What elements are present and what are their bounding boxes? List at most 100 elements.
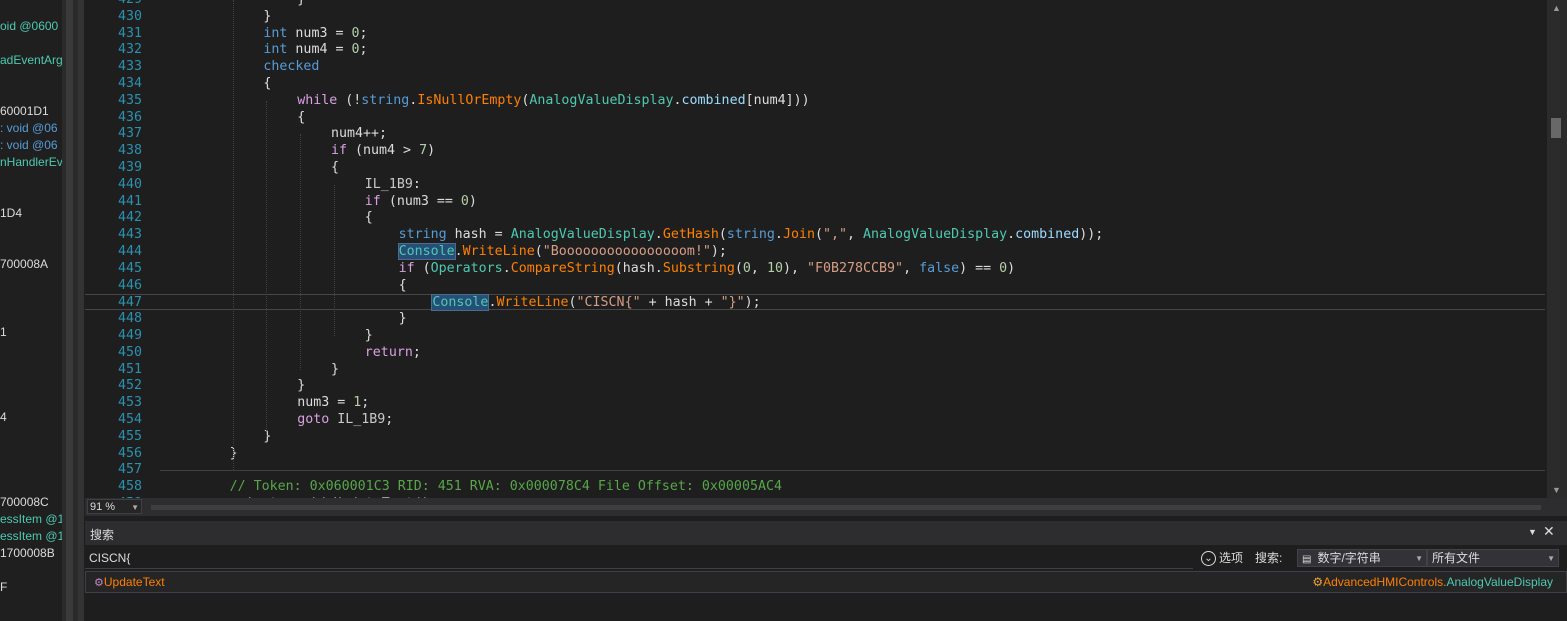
code-line[interactable]: 440 IL_1B9:: [85, 177, 1545, 193]
code-token: GetHash: [662, 227, 719, 243]
search-results-list[interactable]: ⚙UpdateText ⚙AdvancedHMIControls.AnalogV…: [85, 571, 1567, 593]
code-line[interactable]: 433 checked: [85, 59, 1545, 75]
search-scope-select[interactable]: 所有文件 ▼: [1427, 549, 1559, 567]
editor-horizontal-scrollbar[interactable]: [151, 505, 1541, 510]
line-number: 430: [117, 8, 142, 24]
code-line[interactable]: 432 int num4 = 0;: [85, 42, 1545, 58]
code-token: WriteLine: [462, 244, 535, 259]
code-token: string: [398, 227, 447, 243]
tree-scrollbar[interactable]: [62, 0, 78, 621]
tree-item[interactable]: 60001D1: [0, 104, 49, 119]
code-line[interactable]: 431 int num3 = 0;: [85, 26, 1545, 42]
code-line[interactable]: 450 return;: [85, 345, 1545, 361]
zoom-select[interactable]: 91 % ▼: [87, 499, 142, 514]
code-line[interactable]: 435 while (!string.IsNullOrEmpty(AnalogVa…: [85, 93, 1545, 109]
scroll-down-icon[interactable]: ▼: [1552, 485, 1561, 495]
code-line[interactable]: 441 if (num3 == 0): [85, 194, 1545, 210]
line-number: 446: [117, 277, 142, 293]
search-panel-header: 搜索 ▼ ✕: [85, 521, 1567, 545]
code-token: :: [412, 176, 421, 192]
code-line[interactable]: 452}: [85, 378, 1545, 394]
code-token: WriteLine: [496, 295, 569, 311]
code-line[interactable]: 445 if (Operators.CompareString(hash.Subs…: [85, 261, 1545, 277]
result-member[interactable]: ⚙UpdateText: [94, 575, 165, 589]
assembly-tree-panel[interactable]: oid @0600 adEventArg 60001D1 : void @06 : vo…: [0, 0, 62, 621]
code-token: }: [297, 378, 306, 394]
code-line[interactable]: 449}: [85, 328, 1545, 344]
tree-item[interactable]: nHandlerEv: [0, 155, 62, 170]
code-token: (: [734, 260, 743, 276]
close-icon[interactable]: ✕: [1543, 523, 1555, 540]
code-line[interactable]: 439 {: [85, 160, 1545, 176]
editor-vertical-scrollbar[interactable]: ▲ ▼: [1547, 0, 1567, 498]
code-line[interactable]: 454 goto IL_1B9;: [85, 412, 1545, 428]
result-type: AnalogValueDisplay: [1446, 575, 1553, 589]
tree-scrollbar-thumb[interactable]: [66, 0, 73, 621]
options-button[interactable]: ⌄ 选项: [1201, 547, 1243, 569]
tree-item[interactable]: F: [0, 580, 7, 595]
tree-item[interactable]: : void @06: [0, 138, 58, 153]
code-token: Join: [782, 227, 815, 243]
result-location[interactable]: ⚙AdvancedHMIControls.AnalogValueDisplay: [1312, 575, 1553, 589]
tree-item[interactable]: 700008A: [0, 257, 48, 272]
code-line[interactable]: 453 num3 = 1;: [85, 395, 1545, 411]
code-line[interactable]: 436 {: [85, 110, 1545, 126]
code-line[interactable]: 429}: [85, 0, 1545, 8]
code-editor[interactable]: 429}430}431int num3 = 0;432int num4 = 0;…: [85, 0, 1547, 498]
panel-menu-icon[interactable]: ▼: [1528, 527, 1537, 537]
line-code: checked: [263, 59, 319, 75]
code-token: (num4 >: [347, 143, 420, 159]
code-line[interactable]: 447 Console.WriteLine("CISCN{" + hash + "…: [85, 294, 1545, 312]
panel-splitter[interactable]: [78, 0, 84, 621]
code-token: AnalogValueDisplay: [863, 227, 1008, 243]
search-type-select[interactable]: ▤ 数字/字符串 ▼: [1297, 549, 1427, 567]
code-line[interactable]: 446 {: [85, 278, 1545, 294]
search-panel-title: 搜索: [90, 528, 115, 542]
line-code: if (num3 == 0): [365, 194, 477, 210]
code-line[interactable]: 444 Console.WriteLine("Boooooooooooooooom…: [85, 243, 1545, 260]
tree-item[interactable]: 4: [0, 410, 7, 425]
code-token: ;: [385, 412, 394, 427]
code-line[interactable]: 438 if (num4 > 7): [85, 143, 1545, 159]
tree-item[interactable]: 1700008B: [0, 546, 55, 561]
code-token: Console: [431, 294, 490, 312]
code-line[interactable]: 430}: [85, 9, 1545, 25]
code-token: ;: [359, 25, 368, 41]
scroll-up-icon[interactable]: ▲: [1552, 3, 1561, 13]
tree-item[interactable]: oid @0600: [0, 19, 58, 34]
code-token: }: [263, 8, 272, 24]
indent-guide: [334, 184, 335, 336]
code-line[interactable]: 455}: [85, 429, 1545, 445]
code-token: ),: [782, 260, 807, 276]
code-line[interactable]: 434 {: [85, 76, 1545, 92]
tree-item[interactable]: 700008C: [0, 495, 49, 510]
code-line[interactable]: 458 // Token: 0x060001C3 RID: 451 RVA: 0x…: [85, 479, 1545, 495]
code-token: return: [364, 344, 413, 360]
code-line[interactable]: 456}: [85, 446, 1545, 462]
tree-item[interactable]: essItem @1: [0, 512, 62, 527]
code-token: ;: [359, 42, 368, 58]
code-token: }: [263, 428, 272, 444]
line-number: 457: [117, 462, 142, 478]
code-token: checked: [263, 59, 320, 75]
result-namespace: AdvancedHMIControls.: [1323, 575, 1447, 589]
line-code: {: [263, 76, 271, 92]
code-line[interactable]: 443 string hash = AnalogValueDisplay.GetH…: [85, 227, 1545, 243]
tree-item[interactable]: adEventArg: [0, 53, 62, 68]
code-line[interactable]: 437 num4++;: [85, 126, 1545, 142]
tree-item[interactable]: 1D4: [0, 206, 22, 221]
line-number: 455: [117, 428, 142, 444]
line-code: while (!string.IsNullOrEmpty(AnalogValue…: [297, 93, 809, 109]
tree-item[interactable]: 1: [0, 325, 7, 340]
code-line[interactable]: 448}: [85, 311, 1545, 327]
code-token: combined: [681, 92, 746, 108]
search-input[interactable]: CISCN{: [85, 547, 1193, 569]
code-token: [num4])): [745, 92, 810, 108]
code-token: CompareString: [510, 260, 615, 276]
tree-item[interactable]: : void @06: [0, 121, 58, 136]
code-line[interactable]: 442 {: [85, 210, 1545, 226]
line-number: 433: [117, 59, 142, 75]
tree-item[interactable]: essItem @1: [0, 529, 62, 544]
code-line[interactable]: 451}: [85, 362, 1545, 378]
editor-scrollbar-thumb[interactable]: [1551, 118, 1561, 138]
